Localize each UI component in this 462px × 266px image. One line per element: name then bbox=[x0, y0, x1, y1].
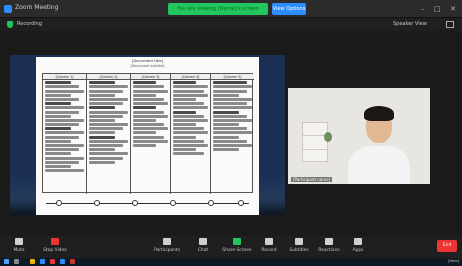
timeline-point bbox=[170, 200, 176, 206]
timeline-point bbox=[238, 200, 244, 206]
timeline-point bbox=[132, 200, 138, 206]
share-screen-icon bbox=[233, 238, 241, 245]
share-screen-button[interactable]: Share Screen bbox=[220, 238, 254, 259]
meeting-info-bar: Recording Speaker View bbox=[0, 18, 462, 31]
minimize-icon[interactable]: – bbox=[418, 4, 428, 14]
app-title: Zoom Meeting bbox=[15, 4, 59, 11]
participant-body bbox=[348, 146, 410, 184]
maximize-icon[interactable]: □ bbox=[432, 4, 442, 14]
participants-icon bbox=[163, 238, 171, 245]
chat-icon bbox=[199, 238, 207, 245]
windows-taskbar: [time] bbox=[0, 258, 462, 266]
screen-share-banner: You are viewing [Name]'s screen bbox=[168, 3, 268, 15]
view-options-button[interactable]: View Options bbox=[272, 3, 306, 15]
speaker-view-toggle[interactable]: Speaker View bbox=[393, 21, 427, 27]
participant-name: [Participant name] bbox=[291, 177, 333, 182]
participant-video[interactable]: [Participant name] bbox=[288, 88, 430, 184]
taskbar-clock: [time] bbox=[448, 259, 459, 263]
table-column-5 bbox=[211, 80, 254, 194]
pdf-app-icon[interactable] bbox=[70, 259, 75, 264]
timeline-point bbox=[56, 200, 62, 206]
apps-icon bbox=[354, 238, 362, 245]
fullscreen-icon[interactable] bbox=[446, 21, 454, 28]
shared-screen: [Document title] [Document subtitle] [Co… bbox=[10, 55, 285, 215]
end-meeting-button[interactable]: End bbox=[437, 240, 457, 252]
table-column-3 bbox=[131, 80, 171, 194]
file-explorer-icon[interactable] bbox=[30, 259, 35, 264]
timeline-point bbox=[94, 200, 100, 206]
edge-icon[interactable] bbox=[40, 259, 45, 264]
background-shelf bbox=[302, 122, 328, 162]
search-icon[interactable] bbox=[14, 259, 19, 264]
participant-hair bbox=[364, 106, 394, 121]
zoom-taskbar-icon[interactable] bbox=[60, 259, 65, 264]
background-plant bbox=[324, 132, 332, 142]
start-icon[interactable] bbox=[4, 259, 9, 264]
subtitles-button[interactable]: Subtitles bbox=[282, 238, 316, 259]
document-title: [Document title] bbox=[131, 58, 164, 63]
record-button[interactable]: Record bbox=[252, 238, 286, 259]
timeline-axis bbox=[46, 203, 249, 204]
chat-button[interactable]: Chat bbox=[186, 238, 220, 259]
recording-indicator: Recording bbox=[17, 21, 43, 27]
subtitles-icon bbox=[295, 238, 303, 245]
table-column-4 bbox=[171, 80, 211, 194]
stop-video-button[interactable]: Stop Video bbox=[38, 238, 72, 259]
table-column-2 bbox=[87, 80, 131, 194]
zoom-app-icon bbox=[4, 5, 12, 13]
meeting-toolbar: Mute Stop Video Participants Chat Share … bbox=[0, 236, 462, 260]
mute-button[interactable]: Mute bbox=[2, 238, 36, 259]
reactions-icon bbox=[325, 238, 333, 245]
participants-button[interactable]: Participants bbox=[150, 238, 184, 259]
close-icon[interactable]: ✕ bbox=[448, 4, 458, 14]
document-table: [Column 1] [Column 2] [Column 3] [Column… bbox=[42, 73, 254, 194]
document-subtitle: [Document subtitle] bbox=[130, 64, 165, 68]
chrome-icon[interactable] bbox=[50, 259, 55, 264]
zoom-window: Zoom Meeting You are viewing [Name]'s sc… bbox=[0, 0, 462, 266]
security-shield-icon[interactable] bbox=[7, 21, 13, 28]
microphone-icon bbox=[15, 238, 23, 245]
video-camera-icon bbox=[51, 238, 59, 245]
title-bar: Zoom Meeting You are viewing [Name]'s sc… bbox=[0, 0, 462, 18]
timeline-point bbox=[208, 200, 214, 206]
apps-button[interactable]: Apps bbox=[341, 238, 375, 259]
record-icon bbox=[265, 238, 273, 245]
table-column-1 bbox=[43, 80, 87, 194]
shared-document: [Document title] [Document subtitle] [Co… bbox=[36, 57, 259, 215]
